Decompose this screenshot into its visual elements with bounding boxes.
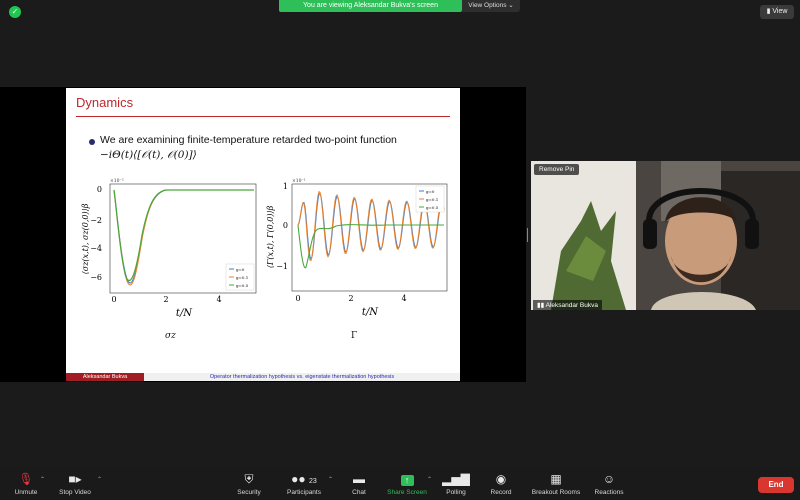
breakout-rooms-label: Breakout Rooms [531, 489, 581, 496]
view-options-button[interactable]: View Options ⌄ [462, 0, 520, 12]
bar-chart-icon: ▂▅▇ [442, 472, 470, 486]
left-xtick-1: 2 [163, 295, 168, 304]
viewing-banner: You are viewing Aleksandar Bukva's scree… [279, 0, 462, 12]
right-xlabel: t/N [362, 307, 379, 318]
right-plot: ×10⁻¹ 1 0 −1 0 2 4 t/N ⟨Γ(x,t), Γ(0,0)⟩β… [266, 178, 448, 318]
unmute-label: Unmute [14, 489, 38, 496]
participant-name-label: Aleksandar Bukva [545, 302, 598, 309]
presentation-slide: Dynamics We are examining finite-tempera… [66, 88, 460, 381]
video-feed-image [531, 161, 800, 310]
right-xtick-1: 2 [348, 294, 353, 303]
bullet-formula: −iΘ(t)⟨[𝒪(t), 𝒪(0)]⟩ [100, 149, 197, 161]
participant-video[interactable]: Remove Pin ▮▮ Aleksandar Bukva [531, 161, 800, 310]
signal-icon: ▮▮ [537, 302, 546, 309]
security-shield-icon[interactable]: ✓ [9, 6, 21, 18]
share-screen-label: Share Screen [387, 489, 427, 496]
left-ytick-2: −4 [90, 244, 102, 253]
view-label: View [772, 8, 788, 15]
bullet-text: We are examining finite-temperature reta… [100, 134, 397, 146]
right-legend-1: g=0.1 [426, 197, 438, 202]
right-ytick-1: 0 [283, 221, 288, 230]
left-xtick-2: 4 [216, 295, 221, 304]
participant-name: ▮▮ Aleksandar Bukva [533, 300, 602, 310]
remove-pin-button[interactable]: Remove Pin [534, 164, 580, 175]
participants-icon: ●● 23 [291, 472, 317, 486]
footer-author: Aleksandar Bukva [66, 373, 144, 381]
record-icon: ◉ [495, 472, 507, 486]
chat-button[interactable]: ▬ Chat [345, 467, 373, 500]
left-plot-scale: ×10⁻² [110, 178, 124, 184]
left-ytick-0: 0 [97, 185, 102, 194]
right-xtick-0: 0 [295, 294, 300, 303]
left-xtick-0: 0 [111, 295, 116, 304]
slide-title-rule [76, 116, 450, 117]
chat-label: Chat [352, 489, 366, 496]
left-ytick-1: −2 [90, 216, 102, 225]
left-xlabel: t/N [176, 308, 193, 319]
chat-bubble-icon: ▬ [353, 472, 365, 486]
shield-icon: ⛨ [244, 472, 254, 486]
reactions-label: Reactions [594, 489, 624, 496]
right-ytick-2: −1 [276, 262, 288, 271]
record-label: Record [490, 489, 512, 496]
right-legend-0: g=0 [426, 189, 435, 194]
view-button[interactable]: ▮ View [760, 5, 794, 19]
record-button[interactable]: ◉ Record [486, 467, 516, 500]
video-camera-icon: ■▸ [68, 472, 82, 486]
stop-video-button[interactable]: ■▸ Stop Video [55, 467, 95, 500]
participants-button[interactable]: ●● 23 Participants [281, 467, 327, 500]
security-button[interactable]: ⛨ Security [229, 467, 269, 500]
right-legend: g=0 g=0.1 g=0.5 [415, 185, 445, 213]
polling-label: Polling [446, 489, 466, 496]
breakout-rooms-button[interactable]: ▦ Breakout Rooms [528, 467, 584, 500]
left-plot: ×10⁻² 0 −2 −4 −6 0 2 4 t/N ⟨σz(x,t), σz(… [81, 178, 257, 319]
left-legend-0: g=0 [236, 267, 245, 272]
participants-chevron-icon[interactable]: ⌃ [328, 476, 333, 483]
share-screen-button[interactable]: ↑ Share Screen [384, 467, 430, 500]
security-label: Security [237, 489, 261, 496]
polling-button[interactable]: ▂▅▇ Polling [441, 467, 471, 500]
left-ylabel: ⟨σz(x,t), σz(0,0)⟩β [81, 203, 90, 274]
right-legend-2: g=0.5 [426, 205, 439, 210]
right-ylabel: ⟨Γ(x,t), Γ(0,0)⟩β [266, 205, 275, 268]
meeting-toolbar: 🎙 Unmute ⌃ ■▸ Stop Video ⌃ ⛨ Security ●●… [0, 467, 800, 500]
caption-right: Γ [351, 331, 358, 341]
stop-video-label: Stop Video [59, 489, 91, 496]
smiley-icon: ☺ [602, 472, 616, 486]
reactions-button[interactable]: ☺ Reactions [592, 467, 626, 500]
video-options-chevron-icon[interactable]: ⌃ [97, 476, 102, 483]
unmute-button[interactable]: 🎙 Unmute [6, 467, 46, 500]
participants-count: 23 [309, 478, 317, 485]
right-plot-scale: ×10⁻¹ [292, 178, 306, 184]
left-legend-2: g=0.5 [236, 283, 249, 288]
footer-title: Operator thermalization hypothesis vs. e… [144, 373, 460, 381]
left-legend: g=0 g=0.1 g=0.5 [225, 263, 255, 291]
breakout-rooms-icon: ▦ [550, 472, 562, 486]
left-ytick-3: −6 [90, 273, 102, 282]
share-options-chevron-icon[interactable]: ⌃ [427, 476, 432, 483]
right-xtick-2: 4 [401, 294, 406, 303]
audio-options-chevron-icon[interactable]: ⌃ [40, 476, 45, 483]
participants-label: Participants [287, 489, 321, 496]
share-screen-icon: ↑ [384, 473, 430, 486]
left-legend-1: g=0.1 [236, 275, 248, 280]
end-meeting-button[interactable]: End [758, 477, 794, 493]
bullet-icon [89, 139, 95, 145]
right-ytick-0: 1 [283, 182, 288, 191]
caption-left: σz [165, 331, 176, 341]
slide-title: Dynamics [76, 95, 134, 110]
plots: ×10⁻² 0 −2 −4 −6 0 2 4 t/N ⟨σz(x,t), σz(… [81, 178, 448, 319]
